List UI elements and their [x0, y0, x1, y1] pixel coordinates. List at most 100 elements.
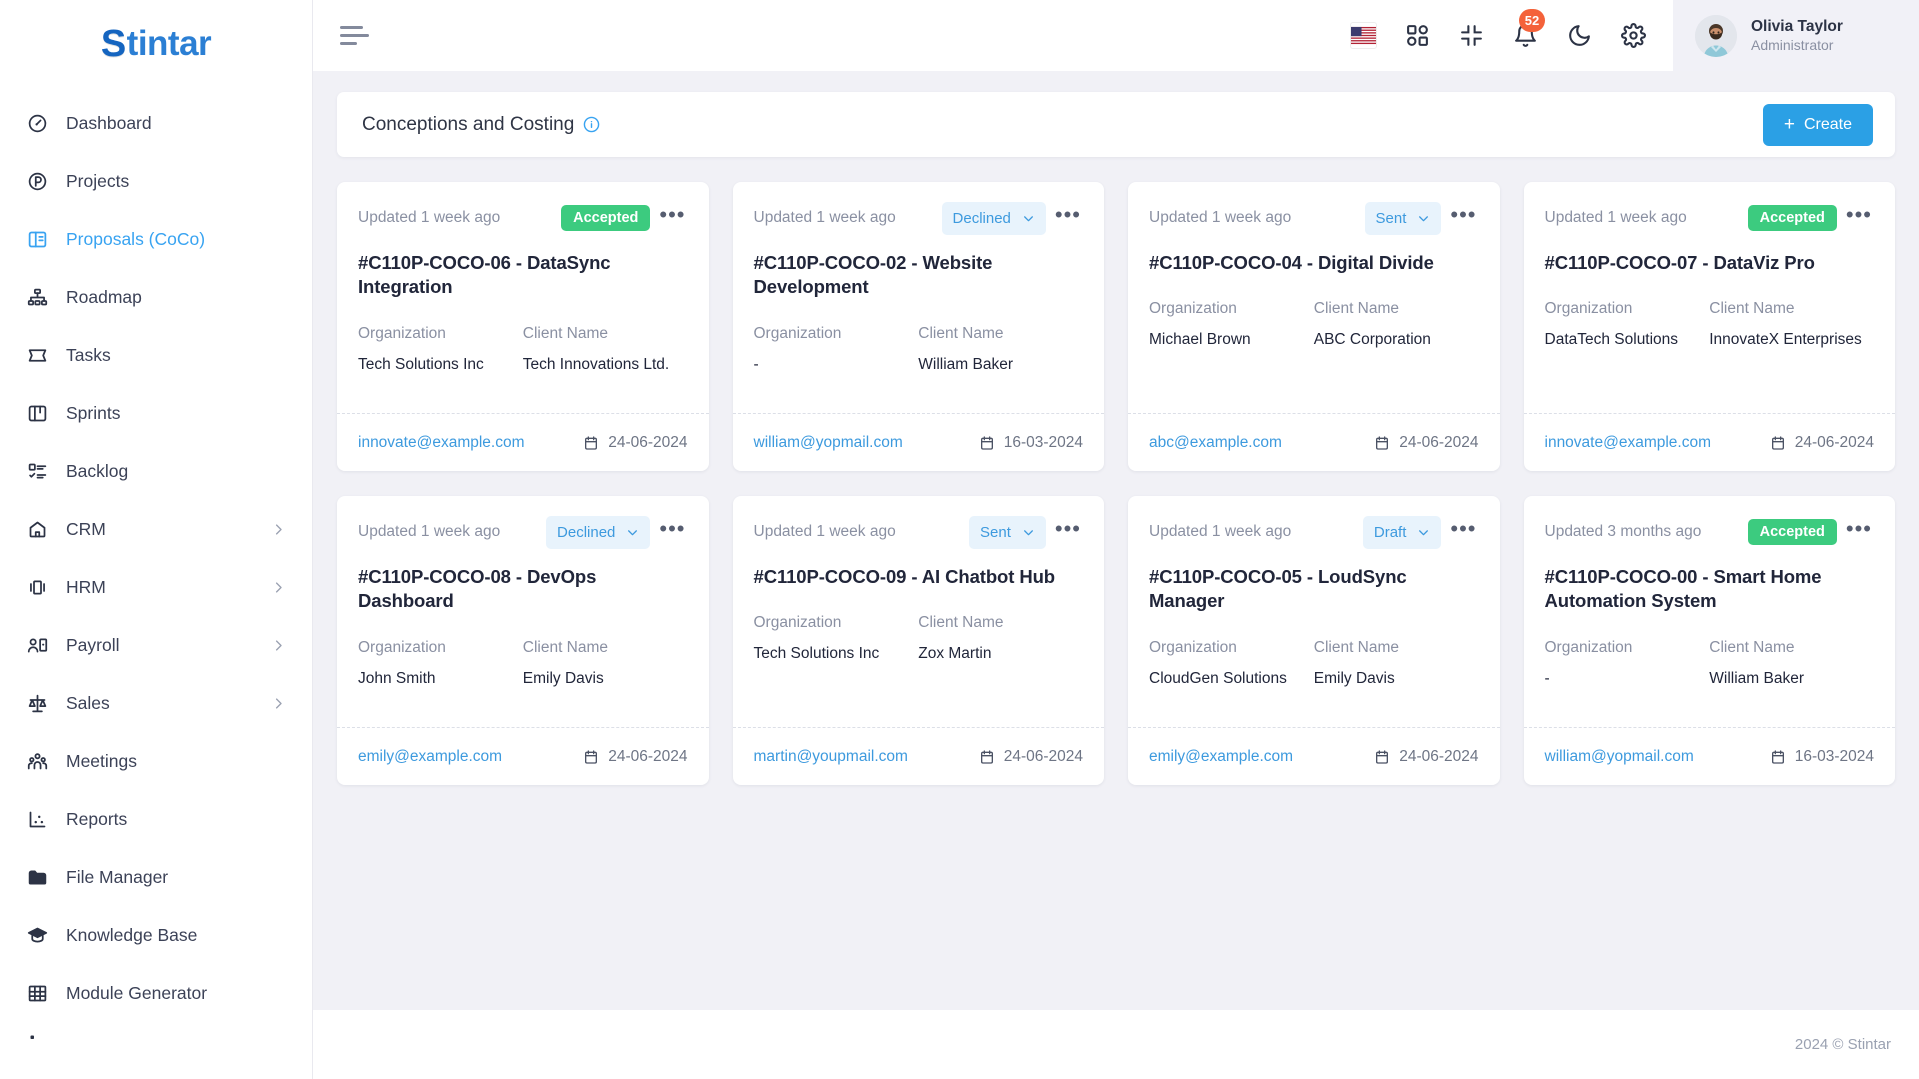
roadmap-icon [24, 284, 50, 310]
card-email-link[interactable]: abc@example.com [1149, 434, 1282, 452]
sidebar-item-crm[interactable]: CRM [0, 500, 312, 558]
organization-label: Organization [1544, 300, 1633, 318]
dark-mode-moon-icon[interactable] [1565, 22, 1593, 50]
create-button[interactable]: + Create [1762, 103, 1873, 146]
chevron-right-icon[interactable] [271, 522, 286, 537]
card-date: 24-06-2024 [1374, 748, 1479, 766]
sidebar-item-truncated[interactable] [0, 1022, 312, 1062]
gauge-icon [24, 110, 50, 136]
sidebar-item-sales[interactable]: Sales [0, 674, 312, 732]
client-name-value: Emily Davis [522, 669, 604, 687]
user-profile-menu[interactable]: Olivia Taylor Administrator [1673, 0, 1919, 71]
chevron-right-icon[interactable] [271, 696, 286, 711]
sidebar-item-meetings[interactable]: Meetings [0, 732, 312, 790]
calendar-icon [979, 749, 995, 765]
card-email-link[interactable]: william@yopmail.com [754, 434, 903, 452]
organization-field: Organization Michael Brown [1149, 300, 1314, 351]
main-area: 52 Olivia Taylor Administrator Conceptio… [313, 0, 1919, 1079]
status-dropdown[interactable]: Draft [1362, 515, 1442, 549]
client-name-value: Emily Davis [1313, 669, 1395, 687]
chevron-right-icon[interactable] [271, 638, 286, 653]
sidebar-item-knowledge-base[interactable]: Knowledge Base [0, 906, 312, 964]
card-email-link[interactable]: martin@youpmail.com [754, 748, 908, 766]
app-root: Stintar Dashboard Projects Proposals (CoCo… [0, 0, 1919, 1079]
sidebar-item-proposals-coco[interactable]: Proposals (CoCo) [0, 210, 312, 268]
hamburger-icon[interactable] [340, 19, 374, 53]
sidebar-item-label: HRM [66, 576, 106, 597]
status-badge: Accepted [561, 204, 651, 232]
proposal-card[interactable]: Updated 1 week ago Accepted ••• #C110P-COCO… [337, 182, 709, 471]
language-flag-us-icon[interactable] [1349, 22, 1377, 50]
card-title: #C110P-COCO-07 - DataViz Pro [1544, 252, 1815, 273]
proposal-card[interactable]: Updated 1 week ago Declined ••• #C110P-COCO… [337, 496, 709, 785]
sidebar-item-roadmap[interactable]: Roadmap [0, 268, 312, 326]
sidebar-item-reports[interactable]: Reports [0, 790, 312, 848]
sidebar-item-dashboard[interactable]: Dashboard [0, 94, 312, 152]
card-more-options-icon[interactable]: ••• [1448, 203, 1478, 230]
sidebar-item-label: Roadmap [66, 286, 142, 307]
card-footer: emily@example.com 24-06-2024 [1128, 727, 1500, 785]
client-name-value: Zox Martin [918, 645, 992, 663]
notification-badge: 52 [1519, 8, 1545, 32]
client-name-value: InnovateX Enterprises [1709, 331, 1862, 349]
client-name-label: Client Name [1709, 300, 1795, 318]
card-fields: Organization CloudGen Solutions Client Nam… [1149, 639, 1479, 690]
calendar-icon [583, 749, 599, 765]
status-dropdown[interactable]: Declined [546, 515, 651, 549]
card-email-link[interactable]: innovate@example.com [1545, 434, 1712, 452]
status-dropdown-value: Draft [1373, 523, 1407, 541]
card-title: #C110P-COCO-09 - AI Chatbot Hub [753, 566, 1056, 587]
profile-name: Olivia Taylor [1751, 17, 1843, 35]
sidebar-item-module-generator[interactable]: Module Generator [0, 964, 312, 1022]
card-more-options-icon[interactable]: ••• [1053, 203, 1083, 230]
sidebar-item-file-manager[interactable]: File Manager [0, 848, 312, 906]
card-fields: Organization DataTech Solutions Client Nam… [1545, 300, 1875, 351]
status-dropdown[interactable]: Declined [941, 201, 1046, 235]
sidebar-item-projects[interactable]: Projects [0, 152, 312, 210]
proposal-card[interactable]: Updated 3 months ago Accepted ••• #C110P-CO… [1523, 496, 1895, 785]
sidebar-nav: Dashboard Projects Proposals (CoCo) Roadmap… [0, 88, 312, 1062]
status-dropdown-value: Declined [557, 523, 616, 541]
card-more-options-icon[interactable]: ••• [1448, 517, 1478, 544]
proposal-card[interactable]: Updated 1 week ago Accepted ••• #C110P-COCO… [1523, 182, 1895, 471]
notifications-bell-icon[interactable]: 52 [1511, 8, 1545, 50]
proposal-card[interactable]: Updated 1 week ago Sent ••• #C110P-COCO-09 … [732, 496, 1104, 785]
sidebar-item-label: Payroll [66, 634, 120, 655]
card-date-text: 24-06-2024 [1794, 433, 1874, 451]
card-more-options-icon[interactable]: ••• [1844, 203, 1874, 230]
sidebar-item-hrm[interactable]: HRM [0, 558, 312, 616]
sidebar-item-payroll[interactable]: Payroll [0, 616, 312, 674]
info-circle-icon[interactable] [583, 116, 600, 133]
card-more-options-icon[interactable]: ••• [1053, 517, 1083, 544]
client-name-field: Client Name Zox Martin [918, 614, 1083, 665]
brand-logo[interactable]: Stintar [0, 0, 312, 88]
status-dropdown-value: Sent [1375, 209, 1407, 227]
card-email-link[interactable]: emily@example.com [1149, 748, 1293, 766]
fullscreen-exit-icon[interactable] [1457, 22, 1485, 50]
card-email-link[interactable]: emily@example.com [358, 748, 502, 766]
proposal-card[interactable]: Updated 1 week ago Sent ••• #C110P-COCO-04 … [1128, 182, 1500, 471]
apps-grid-icon[interactable] [1403, 22, 1431, 50]
card-more-options-icon[interactable]: ••• [657, 517, 687, 544]
status-dropdown[interactable]: Sent [969, 515, 1046, 549]
card-more-options-icon[interactable]: ••• [657, 203, 687, 230]
card-email-link[interactable]: innovate@example.com [358, 434, 525, 452]
sidebar-item-tasks[interactable]: Tasks [0, 326, 312, 384]
card-email-link[interactable]: william@yopmail.com [1545, 748, 1694, 766]
calendar-icon [979, 435, 995, 451]
chevron-right-icon[interactable] [271, 580, 286, 595]
status-dropdown[interactable]: Sent [1364, 201, 1442, 235]
sidebar-item-backlog[interactable]: Backlog [0, 442, 312, 500]
proposal-card[interactable]: Updated 1 week ago Declined ••• #C110P-COCO… [732, 182, 1104, 471]
grid-table-icon [24, 980, 50, 1006]
card-footer: abc@example.com 24-06-2024 [1128, 413, 1500, 471]
avatar [1695, 14, 1737, 57]
card-more-options-icon[interactable]: ••• [1844, 517, 1874, 544]
tasks-icon [24, 342, 50, 368]
calendar-icon [583, 435, 599, 451]
proposal-card[interactable]: Updated 1 week ago Draft ••• #C110P-COCO-05… [1128, 496, 1500, 785]
client-name-field: Client Name Tech Innovations Ltd. [523, 325, 688, 376]
settings-gear-icon[interactable] [1619, 22, 1647, 50]
sidebar-item-label: Sprints [66, 402, 121, 423]
sidebar-item-sprints[interactable]: Sprints [0, 384, 312, 442]
